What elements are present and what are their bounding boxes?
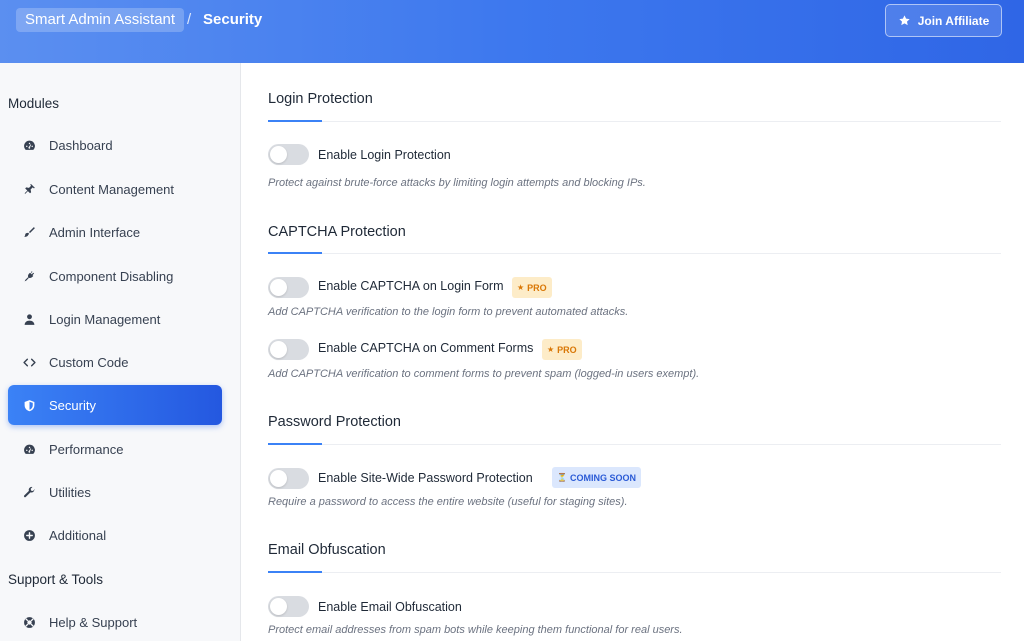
email-obfuscation-description: Protect email addresses from spam bots w… bbox=[268, 624, 683, 636]
captcha-login-label: Enable CAPTCHA on Login Form bbox=[318, 279, 504, 293]
pro-badge-label: PRO bbox=[557, 344, 577, 355]
join-affiliate-button[interactable]: Join Affiliate bbox=[885, 4, 1002, 37]
star-icon: ★ bbox=[517, 283, 525, 292]
hourglass-icon: ⏳ bbox=[557, 473, 567, 482]
sidebar-item-label: Security bbox=[49, 397, 96, 413]
top-header: Smart Admin Assistant / Security Join Af… bbox=[0, 0, 1024, 63]
sidebar-item-utilities[interactable]: Utilities bbox=[8, 472, 222, 512]
section-title-password-protection: Password Protection bbox=[268, 414, 401, 430]
captcha-comment-label: Enable CAPTCHA on Comment Forms bbox=[318, 341, 534, 355]
section-divider bbox=[268, 252, 1001, 254]
brush-icon bbox=[22, 225, 37, 240]
pro-badge: ★ PRO bbox=[512, 277, 552, 298]
sidebar-item-label: Admin Interface bbox=[49, 224, 141, 240]
sidebar-item-label: Utilities bbox=[49, 484, 91, 500]
email-obfuscation-label: Enable Email Obfuscation bbox=[318, 600, 462, 614]
join-affiliate-label: Join Affiliate bbox=[917, 13, 990, 28]
sidebar-item-dashboard[interactable]: Dashboard bbox=[8, 125, 222, 165]
sidebar-item-help-support[interactable]: Help & Support bbox=[8, 602, 222, 641]
password-protection-label: Enable Site-Wide Password Protection bbox=[318, 471, 533, 485]
plug-icon bbox=[22, 269, 37, 284]
sidebar-item-component-disabling[interactable]: Component Disabling bbox=[8, 256, 222, 296]
sidebar-item-additional[interactable]: Additional bbox=[8, 515, 222, 555]
section-title-login-protection: Login Protection bbox=[268, 91, 373, 107]
sidebar-item-label: Dashboard bbox=[49, 137, 113, 153]
section-divider bbox=[268, 571, 1001, 573]
sidebar: Modules Dashboard Content Management Adm… bbox=[0, 63, 241, 641]
coming-soon-badge-label: COMING SOON bbox=[569, 472, 636, 483]
sidebar-item-performance[interactable]: Performance bbox=[8, 429, 222, 469]
wrench-icon bbox=[22, 485, 37, 500]
breadcrumb-app-name[interactable]: Smart Admin Assistant bbox=[16, 8, 185, 32]
login-protection-description: Protect against brute-force attacks by l… bbox=[268, 177, 646, 189]
coming-soon-badge: ⏳ COMING SOON bbox=[552, 467, 641, 488]
password-protection-description: Require a password to access the entire … bbox=[268, 496, 628, 508]
captcha-login-description: Add CAPTCHA verification to the login fo… bbox=[268, 306, 629, 318]
main-content: Login Protection Enable Login Protection… bbox=[241, 63, 1024, 641]
support-section-title: Support & Tools bbox=[8, 572, 104, 587]
shield-icon bbox=[22, 398, 37, 413]
sidebar-item-label: Additional bbox=[49, 527, 107, 543]
sidebar-item-admin-interface[interactable]: Admin Interface bbox=[8, 212, 222, 252]
star-icon: ★ bbox=[547, 345, 555, 354]
password-protection-toggle[interactable] bbox=[268, 468, 309, 489]
sidebar-item-label: Login Management bbox=[49, 311, 161, 327]
breadcrumb-separator: / bbox=[187, 11, 192, 28]
sidebar-item-login-management[interactable]: Login Management bbox=[8, 299, 222, 339]
sidebar-item-custom-code[interactable]: Custom Code bbox=[8, 342, 222, 382]
modules-section-title: Modules bbox=[8, 96, 60, 111]
sidebar-item-label: Component Disabling bbox=[49, 268, 174, 284]
pro-badge: ★ PRO bbox=[542, 339, 582, 360]
captcha-login-toggle[interactable] bbox=[268, 277, 309, 298]
pro-badge-label: PRO bbox=[527, 282, 547, 293]
gauge-icon bbox=[22, 138, 37, 153]
email-obfuscation-toggle[interactable] bbox=[268, 596, 309, 617]
plus-circle-icon bbox=[22, 528, 37, 543]
section-title-captcha-protection: CAPTCHA Protection bbox=[268, 224, 406, 240]
lifebuoy-icon bbox=[22, 615, 37, 630]
captcha-comment-toggle[interactable] bbox=[268, 339, 309, 360]
sidebar-item-label: Help & Support bbox=[49, 614, 138, 630]
login-protection-toggle[interactable] bbox=[268, 144, 309, 165]
page-title: Security bbox=[203, 11, 263, 28]
sidebar-item-label: Custom Code bbox=[49, 354, 129, 370]
user-icon bbox=[22, 312, 37, 327]
gauge-icon bbox=[22, 442, 37, 457]
pin-icon bbox=[22, 182, 37, 197]
login-protection-label: Enable Login Protection bbox=[318, 148, 451, 162]
sidebar-item-label: Performance bbox=[49, 441, 124, 457]
captcha-comment-description: Add CAPTCHA verification to comment form… bbox=[268, 368, 700, 380]
section-title-email-obfuscation: Email Obfuscation bbox=[268, 542, 386, 558]
sidebar-item-security[interactable]: Security bbox=[8, 385, 222, 425]
sidebar-item-label: Content Management bbox=[49, 181, 175, 197]
star-icon bbox=[898, 14, 911, 27]
section-divider bbox=[268, 443, 1001, 445]
sidebar-item-content-management[interactable]: Content Management bbox=[8, 169, 222, 209]
code-icon bbox=[22, 355, 37, 370]
section-divider bbox=[268, 120, 1001, 122]
